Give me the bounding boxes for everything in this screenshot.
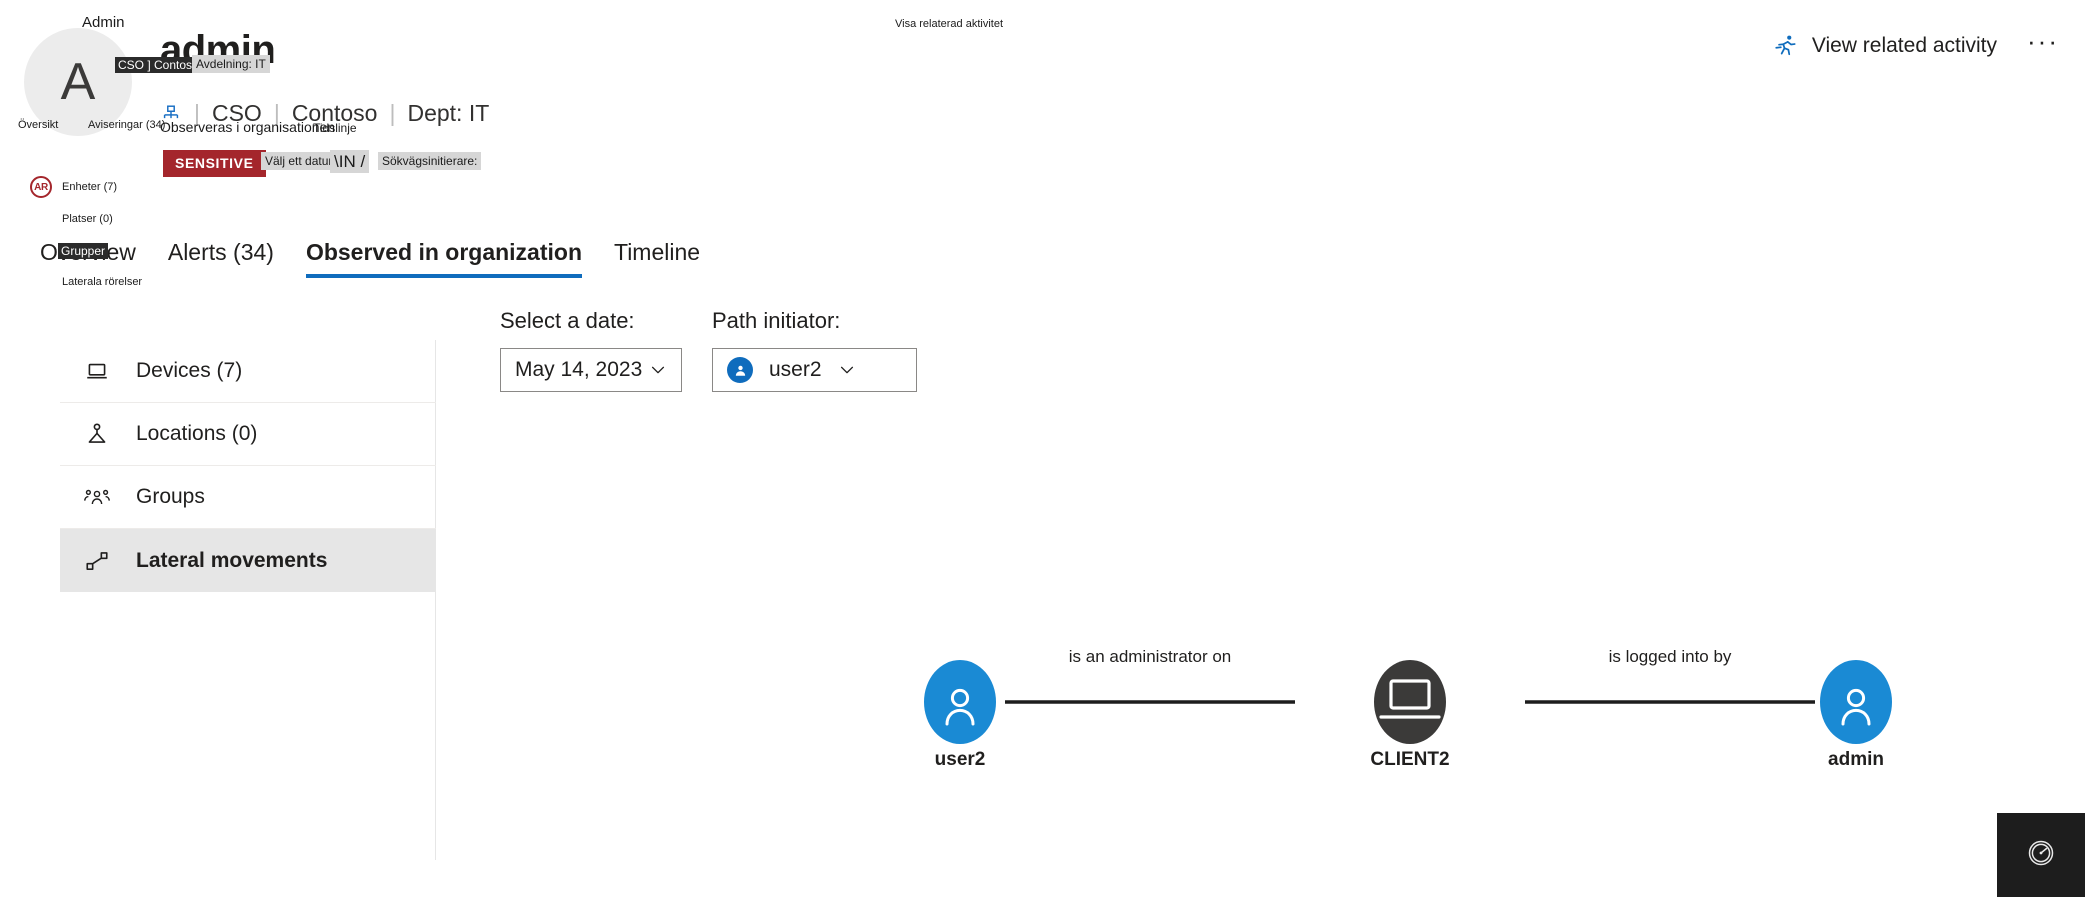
overlay-nav-locations: Platser (0) [62, 213, 113, 225]
overlay-nav-devices: Enheter (7) [62, 181, 118, 193]
sidebar-item-devices[interactable]: Devices (7) [60, 340, 436, 403]
tab-alerts-label: Alerts (34) [167, 239, 274, 265]
tab-observed-in-organization-label: Observed in organization [305, 239, 582, 265]
edge-label-client2-admin: is logged into by [1609, 647, 1732, 666]
sidebar: Devices (7) Locations (0) Groups Lateral… [60, 340, 436, 860]
graph-node-admin-label: admin [1828, 749, 1884, 770]
tab-timeline[interactable]: Timeline [598, 239, 716, 278]
command-bar: View related activity ··· [1773, 28, 2059, 64]
sidebar-item-lateral-movements[interactable]: Lateral movements [60, 529, 436, 592]
performance-gauge-widget[interactable] [1997, 813, 2085, 897]
date-filter-label: Select a date: [500, 308, 635, 333]
graph-node-client2-label: CLIENT2 [1370, 749, 1449, 770]
more-horizontal-icon[interactable]: ··· [2027, 28, 2059, 64]
sidebar-item-groups-label: Groups [136, 485, 205, 508]
graph-node-user2[interactable]: user2 [924, 660, 996, 770]
chevron-down-icon [649, 361, 667, 379]
sidebar-item-devices-label: Devices (7) [136, 359, 243, 382]
ar-badge-icon: AR [30, 176, 52, 198]
graph-node-user2-label: user2 [935, 749, 986, 770]
chevron-down-icon [838, 361, 856, 379]
path-initiator-label: Path initiator: [712, 308, 841, 333]
path-initiator-dropdown[interactable]: user2 [712, 348, 917, 392]
overlay-tab-observed: Observeras i organisationen [160, 119, 336, 135]
gauge-icon [2025, 837, 2057, 874]
edge-label-user2-client2: is an administrator on [1069, 647, 1232, 666]
overlay-nav-lateral: Laterala rörelser [62, 276, 143, 288]
sidebar-item-lateral-movements-label: Lateral movements [136, 548, 328, 572]
tab-list: Overview Alerts (34) Observed in organiz… [24, 232, 716, 278]
view-related-activity-label: View related activity [1811, 34, 1998, 57]
avatar-initial: A [60, 53, 96, 111]
laptop-icon [82, 358, 112, 384]
overlay-filter-initiator: Sökvägsinitierare: [378, 152, 482, 170]
breadcrumb-department: Dept: IT [407, 100, 490, 126]
running-person-icon [1773, 33, 1799, 59]
overlay-tab-timeline: Tidslinje [313, 121, 357, 135]
view-related-activity-button[interactable]: View related activity [1773, 33, 1997, 59]
overlay-tab-alerts: Aviseringar (34) [88, 119, 166, 131]
tab-observed-in-organization[interactable]: Observed in organization [290, 239, 598, 278]
graph-node-admin[interactable]: admin [1820, 660, 1892, 770]
graph-svg: is an administrator on is logged into by… [924, 647, 1892, 770]
path-initiator-filter-group: Path initiator: user2 [712, 308, 917, 392]
date-picker-value: May 14, 2023 [515, 358, 643, 381]
entity-page: A admin | CSO | Contoso | Dept: IT SENSI [0, 0, 2085, 913]
overlay-tab-overview: Översikt [18, 119, 59, 131]
graph-node-client2[interactable]: CLIENT2 [1370, 660, 1450, 770]
sidebar-item-locations-label: Locations (0) [136, 422, 258, 445]
overlay-admin-caption: Admin [82, 14, 125, 31]
tab-alerts[interactable]: Alerts (34) [152, 239, 290, 278]
status-badge: SENSITIVE [163, 150, 266, 177]
lateral-movement-graph: is an administrator on is logged into by… [470, 440, 2030, 860]
filter-bar: Select a date: May 14, 2023 Path initiat… [500, 308, 917, 392]
tab-timeline-label: Timeline [614, 239, 701, 265]
overlay-view-related-activity: Visa relaterad aktivitet [895, 18, 1004, 30]
path-initiator-value: user2 [769, 358, 822, 381]
person-icon [727, 357, 753, 383]
overlay-filter-domain: \IN / [330, 150, 370, 173]
overlay-nav-groups: Grupper [58, 243, 109, 259]
location-pin-person-icon [82, 421, 112, 447]
people-group-icon [82, 484, 112, 510]
overlay-department-tooltip: Avdelning: IT [192, 55, 270, 73]
sidebar-item-groups[interactable]: Groups [60, 466, 436, 529]
sidebar-item-locations[interactable]: Locations (0) [60, 403, 436, 466]
date-picker-dropdown[interactable]: May 14, 2023 [500, 348, 682, 392]
breadcrumb-separator-3: | [389, 100, 396, 126]
lateral-movement-icon [82, 548, 112, 574]
date-filter-group: Select a date: May 14, 2023 [500, 308, 682, 392]
